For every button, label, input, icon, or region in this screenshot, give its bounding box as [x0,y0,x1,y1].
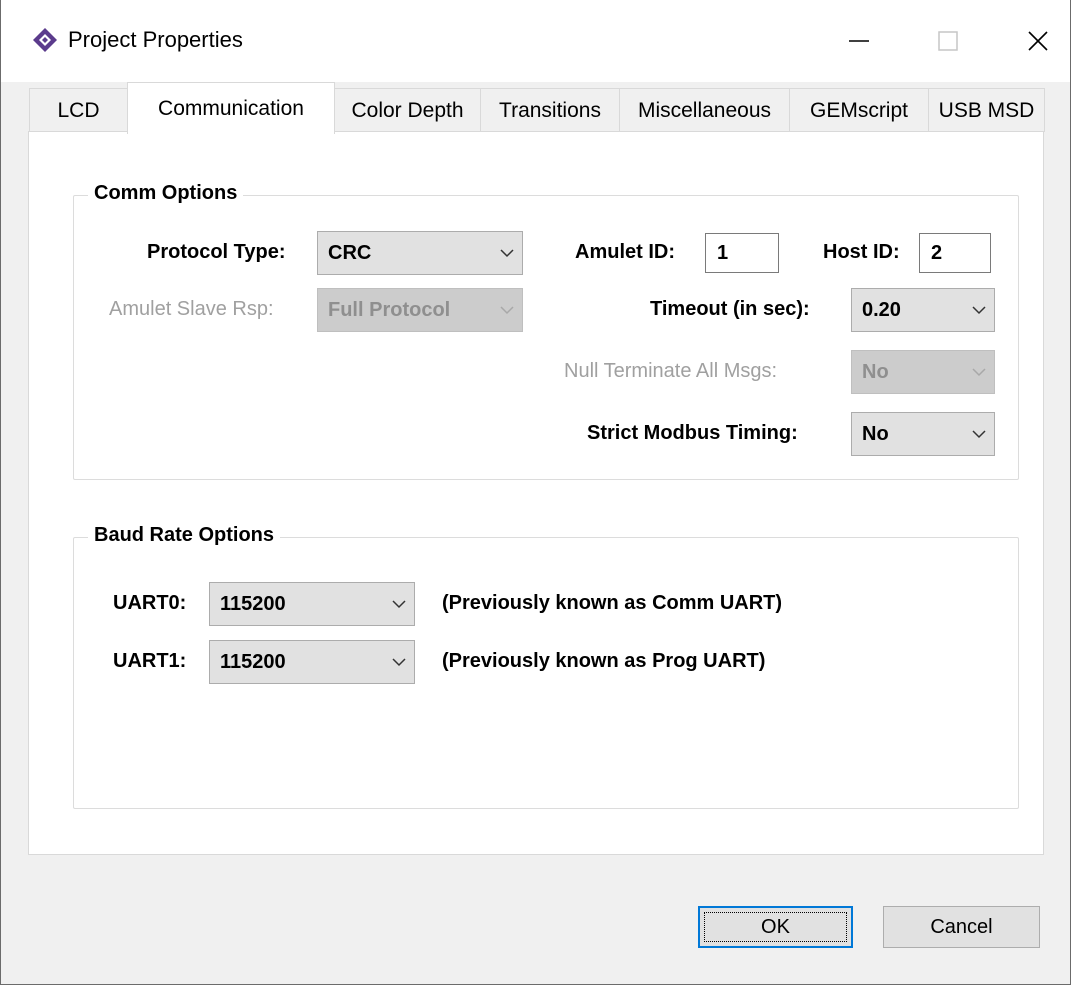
tab-usb-msd[interactable]: USB MSD [928,88,1045,132]
tab-communication[interactable]: Communication [127,82,335,134]
timeout-select[interactable]: 0.20 [851,288,995,332]
timeout-label: Timeout (in sec): [650,298,810,320]
tab-transitions[interactable]: Transitions [480,88,620,132]
cancel-button[interactable]: Cancel [883,906,1040,948]
cancel-button-label: Cancel [930,915,993,938]
amulet-slave-rsp-label: Amulet Slave Rsp: [109,298,274,320]
uart1-note: (Previously known as Prog UART) [442,650,766,672]
comm-options-legend: Comm Options [88,182,244,205]
close-button[interactable] [1013,18,1063,64]
null-terminate-label: Null Terminate All Msgs: [564,360,778,382]
timeout-value: 0.20 [862,298,901,321]
communication-tab-panel: Comm Options Protocol Type: CRC Amulet I… [28,131,1044,855]
chevron-down-icon [964,289,994,331]
maximize-button[interactable] [923,18,973,64]
uart0-baud-value: 115200 [220,592,286,615]
amulet-slave-rsp-select: Full Protocol [317,288,523,332]
tab-color-depth[interactable]: Color Depth [334,88,481,132]
maximize-icon [938,31,958,51]
focus-rectangle [704,912,847,942]
minimize-button[interactable] [834,18,884,64]
tab-lcd[interactable]: LCD [29,88,128,132]
uart0-label: UART0: [113,592,187,614]
protocol-type-value: CRC [328,241,372,264]
tab-gemscript[interactable]: GEMscript [789,88,929,132]
minimize-icon [849,40,869,42]
strict-modbus-select[interactable]: No [851,412,995,456]
project-properties-dialog: Project Properties LCD Communication Col… [0,0,1071,985]
amulet-id-label: Amulet ID: [575,241,675,263]
chevron-down-icon [492,289,522,331]
uart1-baud-value: 115200 [220,650,286,673]
chevron-down-icon [492,232,522,274]
window-title: Project Properties [68,27,243,52]
chevron-down-icon [384,641,414,683]
amulet-diamond-icon [33,28,57,52]
strict-modbus-value: No [862,422,889,445]
null-terminate-value: No [862,360,889,383]
uart0-baud-select[interactable]: 115200 [209,582,415,626]
protocol-type-label: Protocol Type: [147,241,286,263]
amulet-id-input[interactable]: 1 [705,233,779,273]
ok-button[interactable]: OK [698,906,853,948]
amulet-slave-rsp-value: Full Protocol [328,298,451,321]
baud-rate-options-legend: Baud Rate Options [88,524,281,547]
uart1-baud-select[interactable]: 115200 [209,640,415,684]
uart1-label: UART1: [113,650,187,672]
title-bar[interactable]: Project Properties [1,0,1070,82]
uart0-note: (Previously known as Comm UART) [442,592,783,614]
null-terminate-select: No [851,350,995,394]
host-id-input[interactable]: 2 [919,233,991,273]
tab-miscellaneous[interactable]: Miscellaneous [619,88,790,132]
close-icon [1028,31,1048,51]
chevron-down-icon [964,351,994,393]
chevron-down-icon [964,413,994,455]
protocol-type-select[interactable]: CRC [317,231,523,275]
strict-modbus-label: Strict Modbus Timing: [587,422,798,444]
host-id-label: Host ID: [823,241,900,263]
chevron-down-icon [384,583,414,625]
